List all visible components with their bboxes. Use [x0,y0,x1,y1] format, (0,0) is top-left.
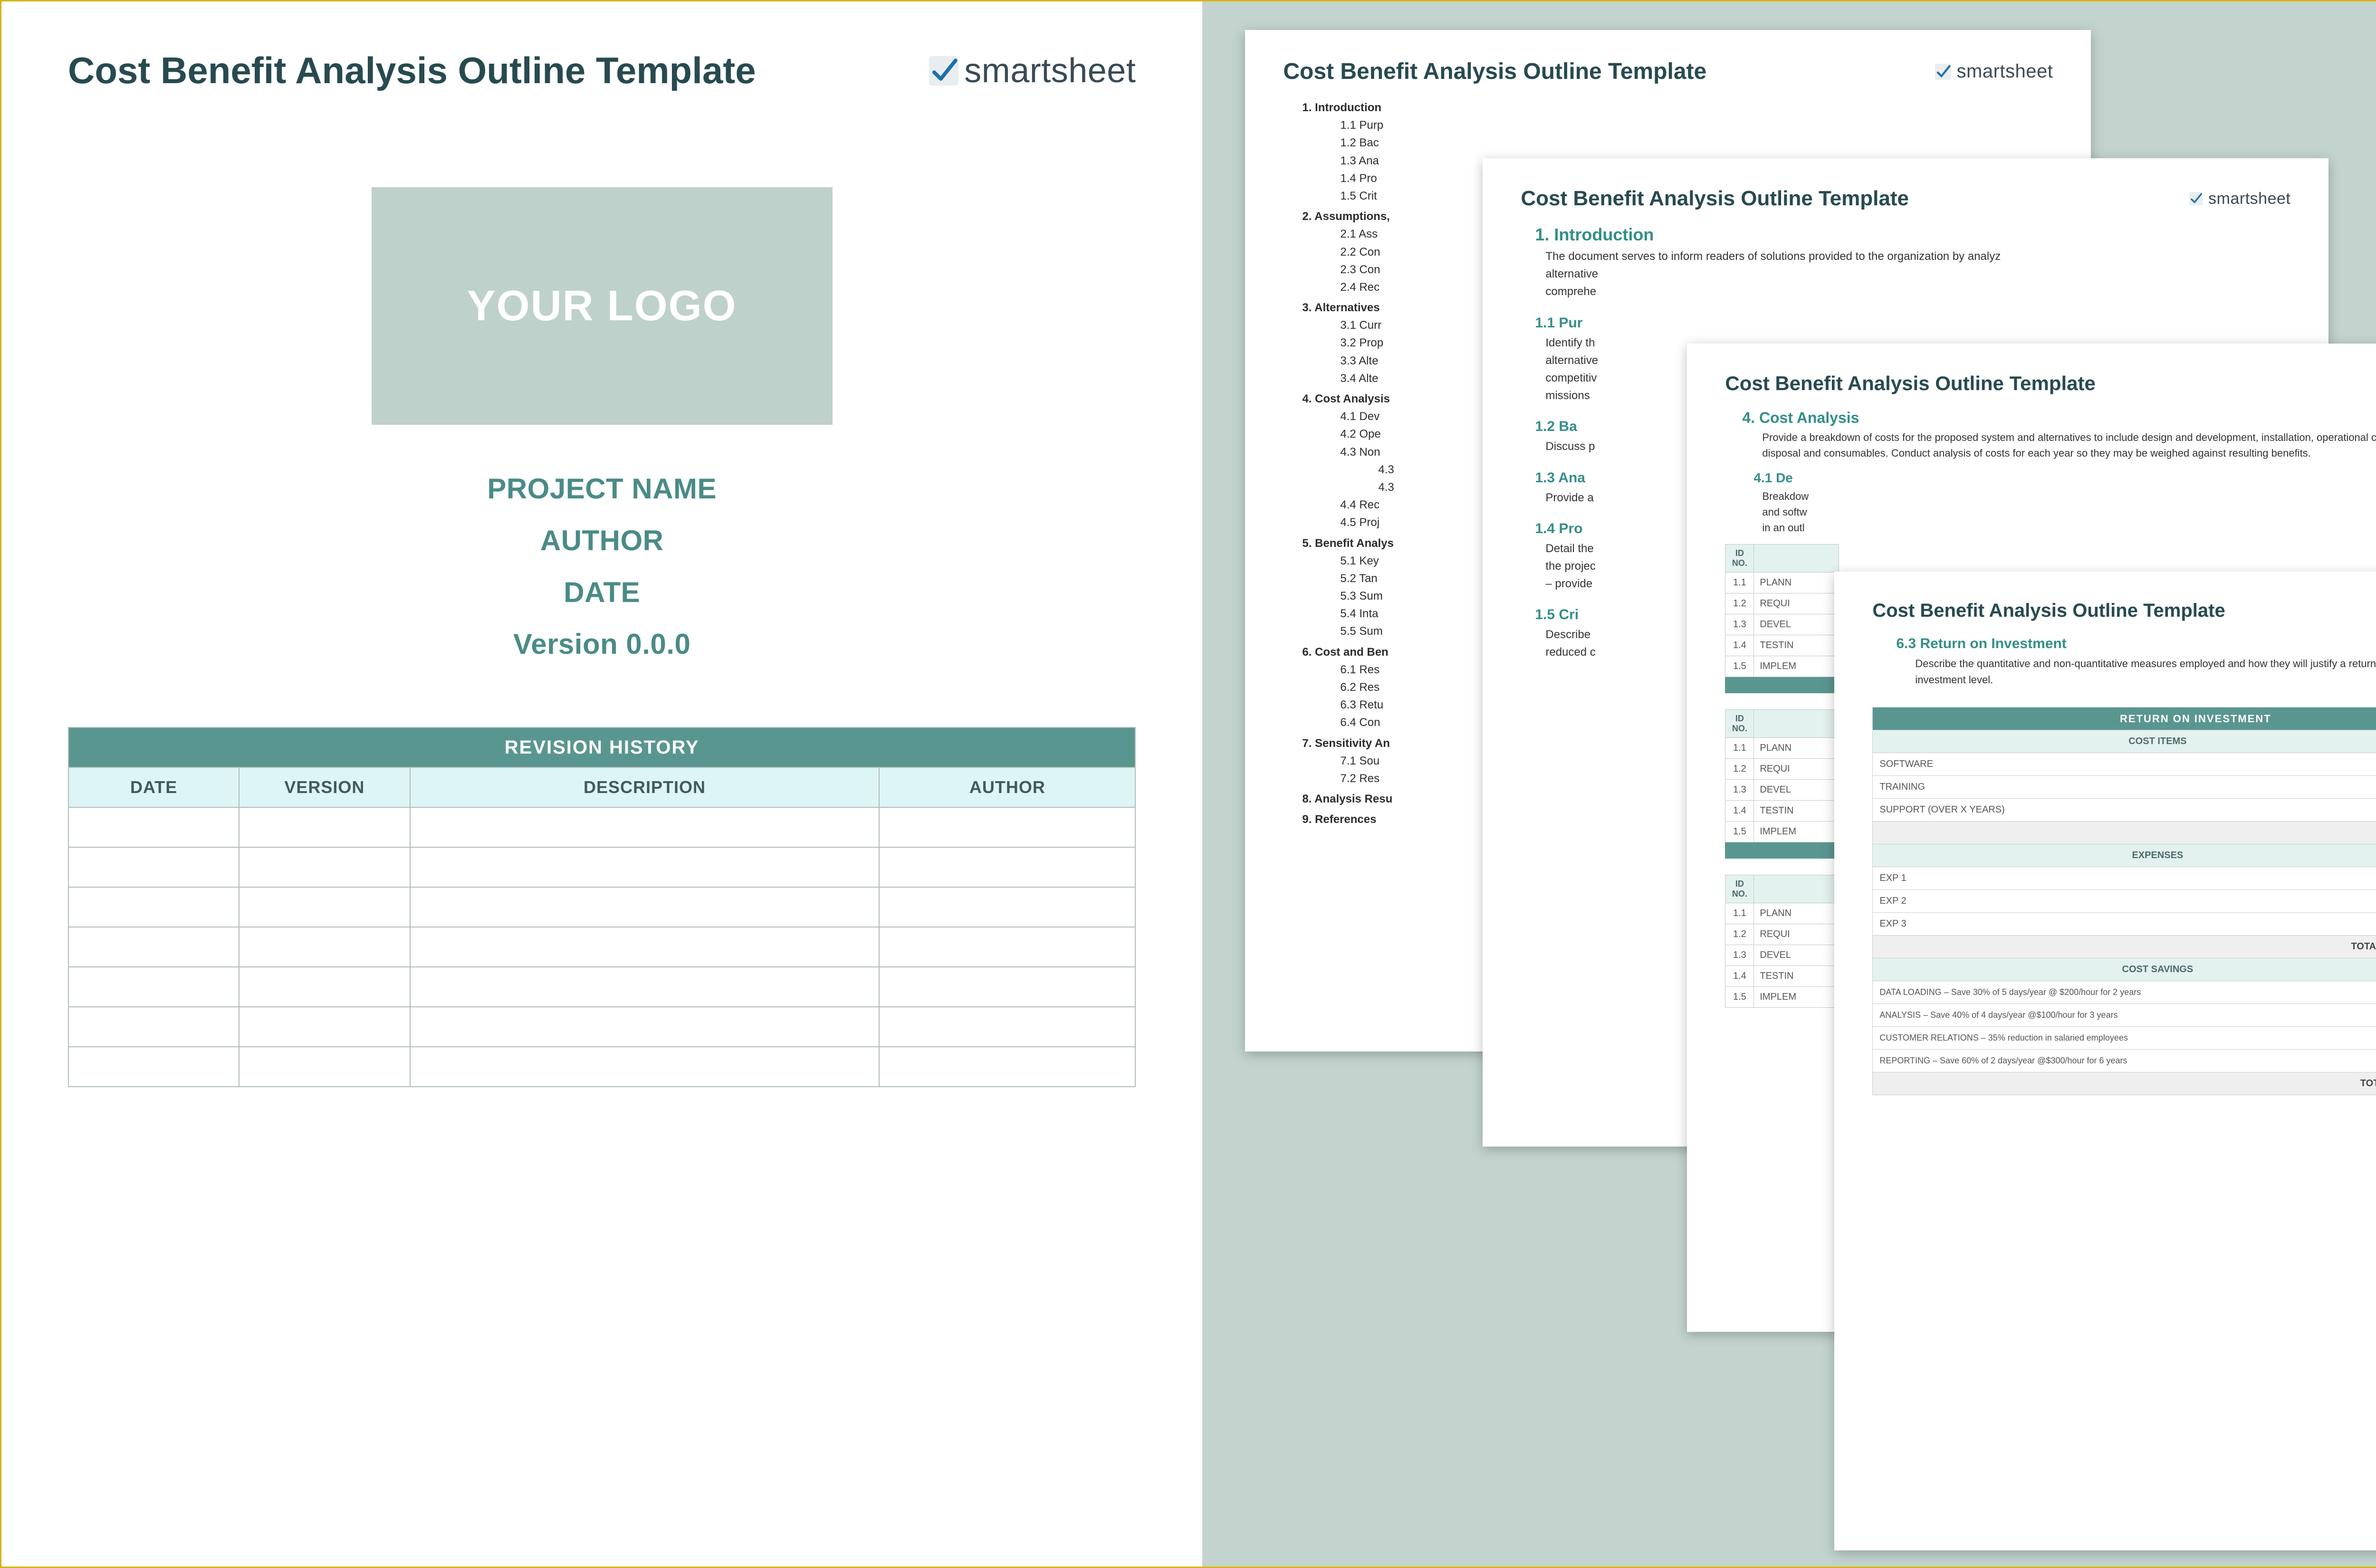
roi-row: DATA LOADING – Save 30% of 5 days/year @… [1873,981,2376,1004]
sec-1-body3: comprehe [1545,283,2281,300]
roi-total-cost: TOTAL COST [1873,822,2376,844]
date-field: DATE [68,576,1136,609]
sec-41-body2: and softw [1762,504,2376,520]
pageA-title: Cost Benefit Analysis Outline Template [1283,58,1706,85]
mini-table-row: 1.1PLANN [1725,738,1839,759]
sec-41-body: Breakdow [1762,488,2376,504]
mini-table-row: 1.2REQUI [1725,759,1839,780]
rev-col-author: AUTHOR [879,767,1135,807]
logo-placeholder-box: YOUR LOGO [372,187,833,425]
roi-row: TRAINING$ [1873,776,2376,799]
checkmark-icon [1935,64,1951,80]
mini-id-header: ID NO. [1725,710,1754,738]
mini-table-2: ID NO. 1.1PLANN1.2REQUI1.3DEVEL1.4TESTIN… [1725,709,1839,859]
sec-11-title: 1.1 Pur [1535,315,2290,331]
smartsheet-logo: smartsheet [929,51,1136,90]
sec-1-body2: alternative [1545,265,2281,283]
outline-item: 1.2 Bac [1340,134,2053,152]
roi-total-savings: TOTAL SAVINGS [1873,1072,2376,1095]
roi-row: REPORTING – Save 60% of 2 days/year @$30… [1873,1050,2376,1072]
mini-table-3: ID NO. 1.1PLANN1.2REQUI1.3DEVEL1.4TESTIN… [1725,875,1839,1008]
sec-1-body: The document serves to inform readers of… [1545,248,2281,265]
smartsheet-logo: smartsheet [1935,61,2053,82]
author-field: AUTHOR [68,524,1136,557]
sec-1-title: 1. Introduction [1535,225,2290,245]
roi-sec3-title: COST SAVINGS [1873,958,2376,981]
mini-table-row: 1.3DEVEL [1725,780,1839,801]
roi-main-title: RETURN ON INVESTMENT [1873,708,2376,730]
roi-sec1-title: COST ITEMS [1873,730,2376,753]
pageC-title: Cost Benefit Analysis Outline Template [1725,372,2095,395]
rev-col-version: VERSION [239,767,410,807]
rev-row [68,927,1135,967]
rev-row [68,1007,1135,1047]
project-name-field: PROJECT NAME [68,472,1136,505]
mini-table-row: 1.1PLANN [1725,573,1839,593]
sec-41-body3: in an outl [1762,520,2376,535]
revision-history-table: REVISION HISTORY DATE VERSION DESCRIPTIO… [68,727,1136,1087]
sec-41-title: 4.1 De [1753,470,2376,486]
mini-id-header: ID NO. [1725,875,1754,903]
roi-row: CUSTOMER RELATIONS – 35% reduction in sa… [1873,1027,2376,1050]
mini-id-header: ID NO. [1725,545,1754,573]
rev-row [68,967,1135,1007]
rev-table-title: REVISION HISTORY [68,727,1135,767]
mini-table-row: 1.4TESTIN [1725,635,1839,656]
rev-row [68,807,1135,847]
version-field: Version 0.0.0 [68,628,1136,660]
mini-table-row: 1.1PLANN [1725,903,1839,924]
cover-page: Cost Benefit Analysis Outline Template s… [1,1,1202,1567]
roi-row: SOFTWARE$ [1873,753,2376,776]
mini-table-row: 1.5IMPLEM [1725,987,1839,1008]
brand-name: smartsheet [964,51,1136,90]
preview-pane: Cost Benefit Analysis Outline Template s… [1202,1,2376,1567]
mini-table-row: 1.5IMPLEM [1725,822,1839,842]
outline-item: 1.1 Purp [1340,116,2053,134]
mini-table-row: 1.2REQUI [1725,593,1839,614]
mini-table-1: ID NO. 1.1PLANN1.2REQUI1.3DEVEL1.4TESTIN… [1725,544,1839,693]
rev-row [68,847,1135,887]
mini-table-row: 1.5IMPLEM [1725,656,1839,677]
brand-name: smartsheet [1957,61,2053,82]
pageB-title: Cost Benefit Analysis Outline Template [1521,187,1909,210]
rev-col-date: DATE [68,767,239,807]
brand-name: smartsheet [2208,190,2290,208]
smartsheet-logo: smartsheet [2189,190,2290,208]
roi-total-expenses: TOTAL EXPENSES [1873,936,2376,958]
mini-table-row: 1.3DEVEL [1725,945,1839,966]
mini-table-row: 1.3DEVEL [1725,614,1839,635]
roi-sec2-title: EXPENSES [1873,844,2376,867]
rev-row [68,887,1135,927]
sec-63-title: 6.3 Return on Investment [1896,636,2376,652]
logo-placeholder-text: YOUR LOGO [467,282,737,331]
sec-4-body: Provide a breakdown of costs for the pro… [1762,430,2376,461]
roi-row: EXP 3$ [1873,913,2376,936]
roi-row: SUPPORT (OVER X YEARS)$ [1873,799,2376,822]
rev-row [68,1047,1135,1087]
sec-4-title: 4. Cost Analysis [1742,409,2376,427]
mini-table-row: 1.4TESTIN [1725,801,1839,822]
sec-63-body: Describe the quantitative and non-quanti… [1915,656,2376,688]
mini-table-row: 1.2REQUI [1725,924,1839,945]
pageD-title: Cost Benefit Analysis Outline Template [1872,600,2225,621]
preview-page-roi: Cost Benefit Analysis Outline Template s… [1834,572,2376,1550]
cover-title: Cost Benefit Analysis Outline Template [68,49,756,92]
mini-table-row: 1.4TESTIN [1725,966,1839,987]
roi-row: EXP 1$ [1873,867,2376,890]
roi-table: RETURN ON INVESTMENT COST ITEMSCOST SOFT… [1872,707,2376,1095]
checkmark-icon [2189,192,2203,205]
rev-col-desc: DESCRIPTION [410,767,880,807]
roi-row: EXP 2$ [1873,890,2376,913]
outline-item: 1. Introduction [1302,99,2053,116]
roi-row: ANALYSIS – Save 40% of 4 days/year @$100… [1873,1004,2376,1027]
checkmark-icon [929,56,958,86]
